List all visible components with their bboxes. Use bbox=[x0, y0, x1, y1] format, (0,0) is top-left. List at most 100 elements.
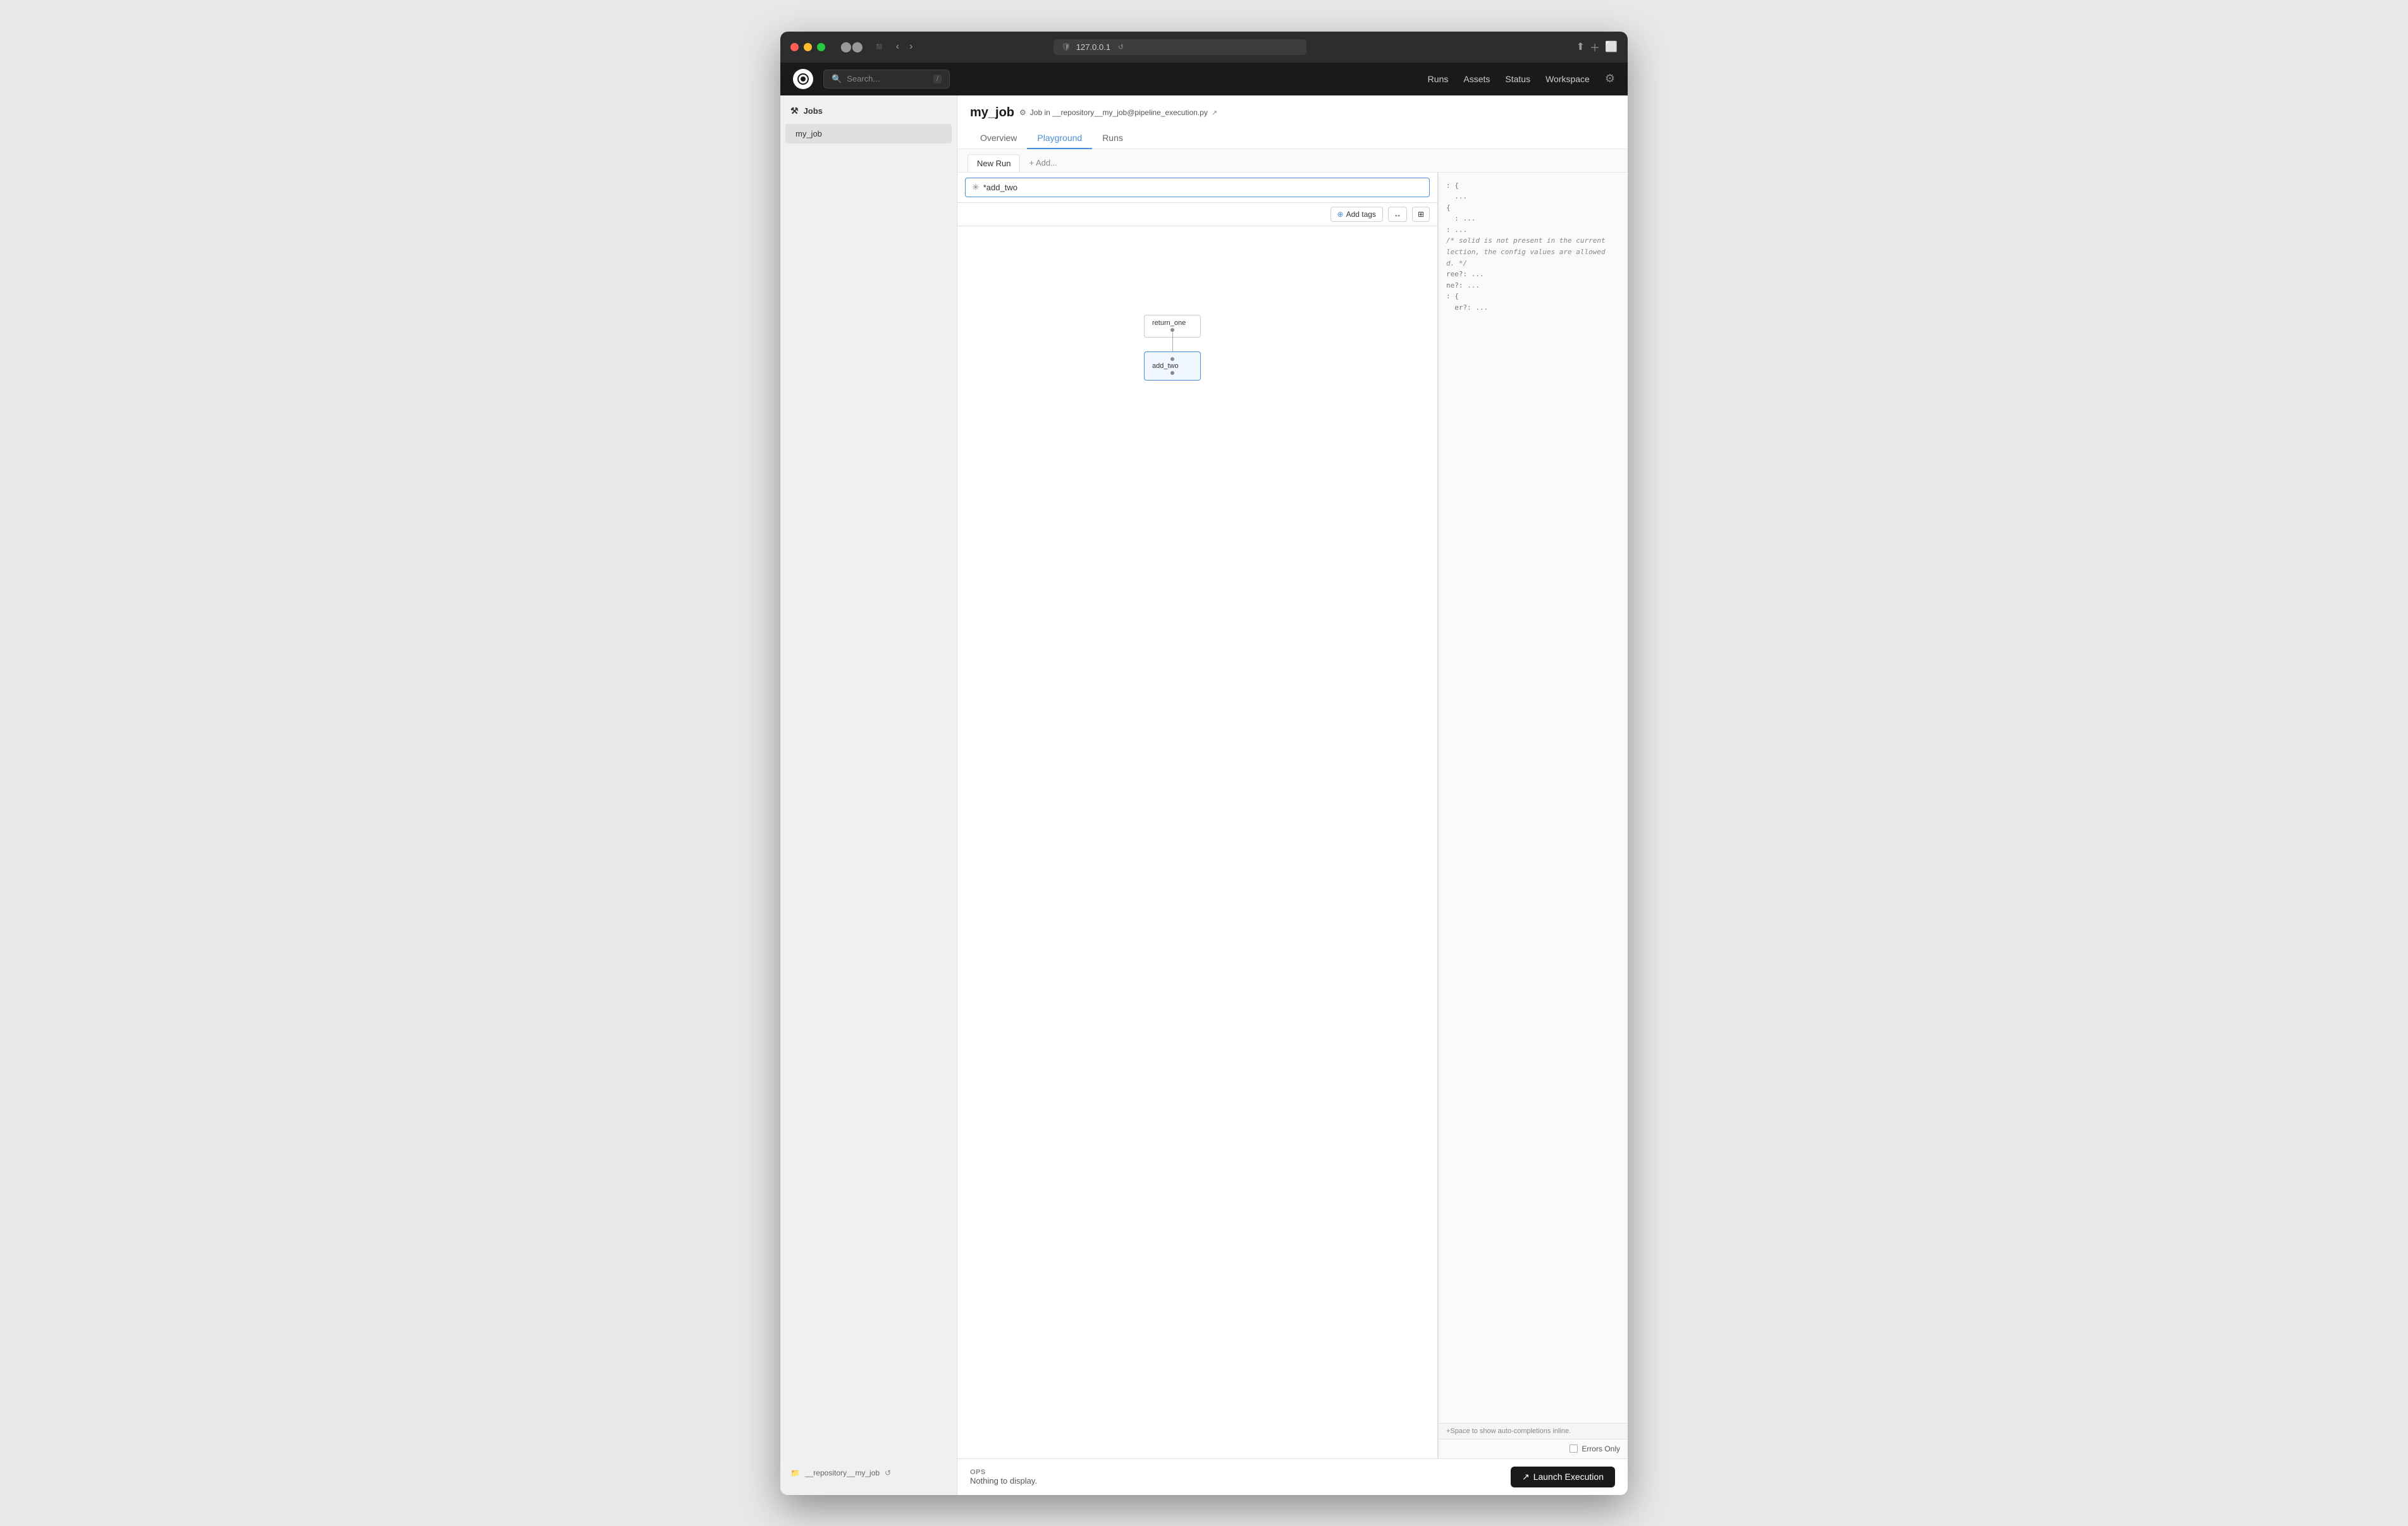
config-line-4: { bbox=[1446, 202, 1620, 214]
graph-canvas: return_one add_two bbox=[957, 226, 1437, 1458]
tabs: Overview Playground Runs bbox=[970, 128, 1615, 149]
layout-horizontal-button[interactable]: ↔ bbox=[1388, 207, 1407, 222]
close-traffic-light[interactable] bbox=[790, 43, 799, 51]
config-footer: Errors Only bbox=[1439, 1439, 1628, 1458]
config-hint: +Space to show auto-completions inline. bbox=[1439, 1423, 1628, 1439]
op-toolbar: ⊕ Add tags ↔ ⊞ bbox=[957, 203, 1437, 226]
config-comment-3: d. */ bbox=[1446, 258, 1620, 269]
browser-chrome: ⬤⬤ ◾ ‹ › 🛡 127.0.0.1 ↺ ⬆ ＋ ⬜ bbox=[780, 32, 1628, 63]
nav-runs[interactable]: Runs bbox=[1428, 74, 1449, 84]
back-arrow[interactable]: ‹ bbox=[894, 39, 902, 54]
tab-runs[interactable]: Runs bbox=[1092, 128, 1133, 149]
page-header: my_job ⚙ Job in __repository__my_job@pip… bbox=[957, 95, 1628, 149]
errors-only-label[interactable]: Errors Only bbox=[1570, 1444, 1620, 1453]
node-output-dot bbox=[1170, 328, 1174, 332]
page-title: my_job bbox=[970, 106, 1014, 120]
sidebar-title: Jobs bbox=[804, 106, 823, 116]
repo-name: __repository__my_job bbox=[805, 1468, 880, 1477]
graph-node-add-two[interactable]: add_two bbox=[1144, 351, 1201, 381]
forward-arrow[interactable]: › bbox=[907, 39, 915, 54]
app-logo bbox=[793, 69, 813, 89]
ops-section: OPS Nothing to display. bbox=[970, 1468, 1037, 1486]
bottom-row: OPS Nothing to display. ↗ Launch Executi… bbox=[970, 1467, 1615, 1487]
config-line-9: ree?: ... bbox=[1446, 269, 1620, 280]
job-meta-link[interactable]: Job in __repository__my_job@pipeline_exe… bbox=[1030, 108, 1208, 117]
repo-refresh-button[interactable]: ↺ bbox=[885, 1468, 891, 1477]
op-input-row: ✳ *add_two bbox=[957, 173, 1437, 203]
share-button[interactable]: ⬆ bbox=[1576, 39, 1585, 54]
sidebar-footer: 📁 __repository__my_job ↺ bbox=[780, 1461, 957, 1485]
config-line-5: : ... bbox=[1446, 213, 1620, 224]
config-line-12: : { bbox=[1446, 291, 1620, 302]
job-meta-icon: ⚙ bbox=[1019, 108, 1026, 117]
url-text: 127.0.0.1 bbox=[1076, 42, 1110, 52]
search-kbd: / bbox=[933, 75, 942, 83]
search-bar[interactable]: 🔍 Search... / bbox=[823, 70, 950, 89]
browser-window: ⬤⬤ ◾ ‹ › 🛡 127.0.0.1 ↺ ⬆ ＋ ⬜ 🔍 Search...… bbox=[780, 32, 1628, 1495]
add-tab-button[interactable]: + Add... bbox=[1023, 154, 1063, 171]
bottom-panel: OPS Nothing to display. ↗ Launch Executi… bbox=[957, 1458, 1628, 1495]
windows-button[interactable]: ⬜ bbox=[1605, 39, 1618, 54]
back-button[interactable]: ⬤⬤ bbox=[838, 39, 866, 54]
config-line-2: ... bbox=[1446, 191, 1620, 202]
new-tab-button[interactable]: ＋ bbox=[1590, 39, 1600, 54]
settings-gear-icon[interactable]: ⚙ bbox=[1605, 72, 1615, 85]
config-comment-2: lection, the config values are allowed bbox=[1446, 247, 1620, 258]
main-layout: ⚒ Jobs my_job 📁 __repository__my_job ↺ m… bbox=[780, 95, 1628, 1495]
job-meta: ⚙ Job in __repository__my_job@pipeline_e… bbox=[1019, 108, 1217, 117]
tab-overview[interactable]: Overview bbox=[970, 128, 1027, 149]
nav-status[interactable]: Status bbox=[1505, 74, 1530, 84]
content-area: my_job ⚙ Job in __repository__my_job@pip… bbox=[957, 95, 1628, 1495]
layout-grid-button[interactable]: ⊞ bbox=[1412, 207, 1430, 222]
connection-icon: ↺ bbox=[1118, 43, 1124, 51]
search-icon: 🔍 bbox=[832, 74, 842, 84]
launch-label: Launch Execution bbox=[1533, 1472, 1604, 1482]
browser-nav-controls: ⬤⬤ ◾ ‹ › bbox=[838, 39, 915, 54]
graph-edge bbox=[1172, 333, 1173, 351]
op-input-value: *add_two bbox=[983, 183, 1017, 192]
op-selector-input[interactable]: ✳ *add_two bbox=[965, 178, 1430, 197]
external-link-icon: ↗ bbox=[1212, 109, 1217, 117]
tab-content-playground: New Run + Add... ✳ *add_two bbox=[957, 149, 1628, 1495]
config-line-10: ne?: ... bbox=[1446, 280, 1620, 291]
browser-action-buttons: ⬆ ＋ ⬜ bbox=[1576, 39, 1618, 54]
op-graph-panel: ✳ *add_two ⊕ Add tags ↔ ⊞ bbox=[957, 173, 1438, 1458]
jobs-icon: ⚒ bbox=[790, 106, 799, 116]
sidebar-item-label: my_job bbox=[796, 129, 822, 138]
sidebar-header: ⚒ Jobs bbox=[780, 106, 957, 124]
launch-execution-button[interactable]: ↗ Launch Execution bbox=[1511, 1467, 1615, 1487]
page-title-row: my_job ⚙ Job in __repository__my_job@pip… bbox=[970, 106, 1615, 120]
op-selector-icon: ✳ bbox=[972, 182, 980, 193]
config-line-7: : ... bbox=[1446, 224, 1620, 236]
config-panel: : { ... { : ... : ... /* solid is not pr… bbox=[1438, 173, 1628, 1458]
forward-button[interactable]: ◾ bbox=[871, 39, 888, 54]
run-tab-new-run[interactable]: New Run bbox=[968, 154, 1020, 172]
maximize-traffic-light[interactable] bbox=[817, 43, 825, 51]
launch-icon: ↗ bbox=[1522, 1472, 1530, 1482]
address-bar[interactable]: 🛡 127.0.0.1 ↺ bbox=[1054, 39, 1306, 55]
config-line-13: er?: ... bbox=[1446, 302, 1620, 314]
sidebar: ⚒ Jobs my_job 📁 __repository__my_job ↺ bbox=[780, 95, 957, 1495]
config-comment-1: /* solid is not present in the current bbox=[1446, 235, 1620, 247]
traffic-lights bbox=[790, 43, 825, 51]
sidebar-item-my-job[interactable]: my_job bbox=[785, 124, 952, 143]
nav-assets[interactable]: Assets bbox=[1463, 74, 1490, 84]
errors-only-checkbox[interactable] bbox=[1570, 1444, 1578, 1453]
playground-area: ✳ *add_two ⊕ Add tags ↔ ⊞ bbox=[957, 173, 1628, 1458]
config-line-1: : { bbox=[1446, 180, 1620, 192]
config-editor[interactable]: : { ... { : ... : ... /* solid is not pr… bbox=[1439, 173, 1628, 1423]
nav-links: Runs Assets Status Workspace ⚙ bbox=[1428, 72, 1615, 85]
tab-playground[interactable]: Playground bbox=[1027, 128, 1092, 149]
errors-only-text: Errors Only bbox=[1582, 1444, 1620, 1453]
node-output-dot-2 bbox=[1170, 371, 1174, 375]
minimize-traffic-light[interactable] bbox=[804, 43, 812, 51]
add-icon: ⊕ bbox=[1337, 210, 1344, 219]
folder-icon: 📁 bbox=[790, 1468, 800, 1477]
search-placeholder: Search... bbox=[847, 74, 928, 83]
nav-workspace[interactable]: Workspace bbox=[1545, 74, 1590, 84]
run-tabs-bar: New Run + Add... bbox=[957, 149, 1628, 173]
shield-icon: 🛡 bbox=[1061, 42, 1071, 51]
ops-empty-text: Nothing to display. bbox=[970, 1476, 1037, 1486]
add-tags-button[interactable]: ⊕ Add tags bbox=[1330, 207, 1383, 222]
node-input-dot bbox=[1170, 357, 1174, 361]
